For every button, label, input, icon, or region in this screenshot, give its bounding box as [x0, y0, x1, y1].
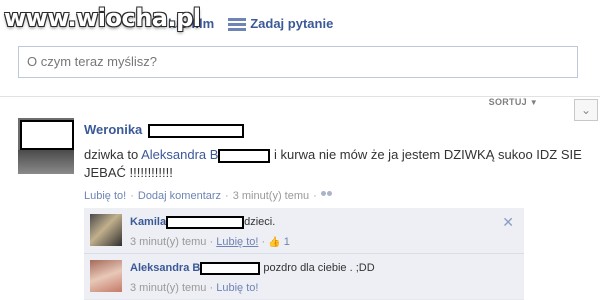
post-timestamp[interactable]: 3 minut(y) temu: [233, 190, 309, 202]
comment-item: Aleksandra B pozdro dla ciebie . ;DD 3 m…: [84, 254, 524, 300]
feed-post: Weronika dziwka to Aleksandra B i kurwa …: [0, 118, 600, 300]
post-text-before: dziwka to: [84, 147, 142, 162]
redaction-box: [200, 261, 261, 275]
comment-like-count[interactable]: 1: [284, 236, 290, 248]
add-comment-link[interactable]: Dodaj komentarz: [138, 190, 221, 202]
post-message: dziwka to Aleksandra B i kurwa nie mów ż…: [84, 146, 584, 182]
comment-meta: 3 minut(y) temu · Lubię to!: [130, 282, 259, 294]
post-author[interactable]: Weronika: [84, 122, 244, 138]
comment-timestamp[interactable]: 3 minut(y) temu: [130, 282, 206, 294]
status-placeholder: O czym teraz myślisz?: [27, 54, 158, 69]
post-actions: Lubię to! · Dodaj komentarz · 3 minut(y)…: [84, 190, 333, 202]
ask-question-link[interactable]: Zadaj pytanie: [228, 16, 333, 31]
post-author-avatar[interactable]: [18, 118, 74, 174]
comments-list: Kamila dzieci. 3 minut(y) temu · Lubię to…: [84, 208, 524, 300]
redaction-box: [147, 123, 244, 138]
tagged-user-link[interactable]: Aleksandra B: [141, 147, 271, 163]
site-watermark: www.wiocha.pl: [4, 4, 201, 32]
thumbs-up-icon[interactable]: 👍: [268, 235, 280, 251]
comment-author[interactable]: Kamila: [130, 215, 245, 229]
comment-body: Kamila dzieci. 3 minut(y) temu · Lubię to…: [130, 214, 290, 251]
redaction-box: [218, 148, 271, 163]
comment-timestamp[interactable]: 3 minut(y) temu: [130, 236, 206, 248]
post-like-link[interactable]: Lubię to!: [84, 190, 126, 202]
comment-like-link[interactable]: Lubię to!: [216, 236, 258, 248]
comment-meta: 3 minut(y) temu · Lubię to! · 👍 1: [130, 234, 290, 251]
redaction-box: [166, 215, 245, 229]
comment-author-avatar[interactable]: [90, 260, 122, 292]
feed-sort-row: SORTUJ ▼ ⌄: [0, 96, 600, 121]
tagged-user-name: Aleksandra B: [141, 147, 219, 162]
comment-like-link[interactable]: Lubię to!: [216, 282, 258, 294]
question-icon: [228, 17, 247, 31]
close-icon[interactable]: ✕: [502, 214, 514, 231]
people-icon: [320, 191, 333, 201]
redaction-box: [20, 120, 74, 150]
watermark-text: www.wiocha.pl: [4, 4, 201, 32]
comment-author[interactable]: Aleksandra B: [130, 261, 261, 275]
comment-author-name: Kamila: [130, 216, 167, 228]
status-input[interactable]: O czym teraz myślisz?: [18, 46, 578, 78]
comment-text: dzieci.: [244, 216, 276, 228]
post-author-name: Weronika: [84, 122, 143, 137]
comment-author-name: Aleksandra B: [130, 262, 201, 274]
comment-item: Kamila dzieci. 3 minut(y) temu · Lubię to…: [84, 208, 524, 254]
sort-dropdown[interactable]: SORTUJ ▼: [489, 97, 538, 107]
comment-text: pozdro dla ciebie . ;DD: [263, 262, 375, 274]
question-link-label: Zadaj pytanie: [250, 16, 334, 31]
caret-down-icon: ▼: [529, 98, 538, 107]
comment-author-avatar[interactable]: [90, 214, 122, 246]
comment-body: Aleksandra B pozdro dla ciebie . ;DD 3 m…: [130, 260, 375, 296]
sort-label: SORTUJ: [488, 97, 527, 107]
